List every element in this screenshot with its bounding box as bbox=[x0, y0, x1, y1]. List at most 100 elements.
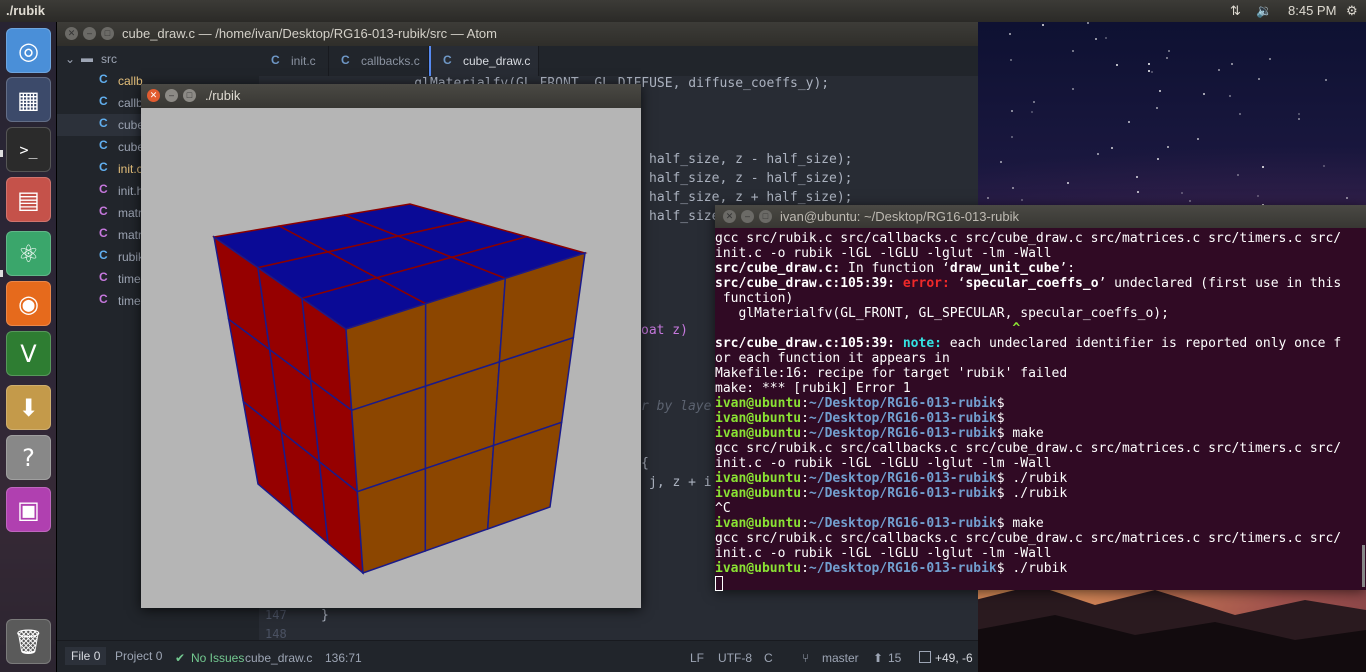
commits-ahead[interactable]: 15 bbox=[888, 651, 901, 665]
star bbox=[999, 160, 1002, 163]
status-bar: File 0 Project 0 ✔ No Issues cube_draw.c… bbox=[57, 640, 978, 672]
firefox-icon[interactable]: ◉ bbox=[6, 281, 51, 326]
close-icon[interactable]: ✕ bbox=[723, 210, 736, 223]
rubik-window-title: ./rubik bbox=[205, 88, 241, 103]
star bbox=[1116, 63, 1119, 66]
project-label: Project bbox=[115, 649, 153, 663]
star bbox=[1238, 113, 1241, 116]
star bbox=[1127, 121, 1130, 124]
help-icon[interactable]: ? bbox=[6, 435, 51, 480]
star bbox=[1105, 36, 1108, 39]
star bbox=[1011, 186, 1014, 189]
atom-window-title: cube_draw.c — /home/ivan/Desktop/RG16-01… bbox=[122, 26, 497, 41]
terminal-icon[interactable]: >_ bbox=[6, 127, 51, 172]
star bbox=[1258, 77, 1261, 80]
star bbox=[1236, 173, 1239, 176]
maximize-icon[interactable]: □ bbox=[101, 27, 114, 40]
tree-folder-src[interactable]: ⌄ ▬ src bbox=[57, 48, 259, 70]
tree-folder-label: src bbox=[101, 52, 117, 66]
terminal-window-title: ivan@ubuntu: ~/Desktop/RG16-013-rubik bbox=[780, 209, 1020, 224]
c-file-icon: C bbox=[99, 248, 108, 262]
star bbox=[1181, 192, 1184, 195]
line-ending[interactable]: LF bbox=[690, 651, 704, 665]
rubik-titlebar: ✕ – □ ./rubik bbox=[141, 84, 641, 108]
star bbox=[1156, 157, 1159, 160]
minimize-icon[interactable]: – bbox=[165, 89, 178, 102]
ubuntu-dash-icon[interactable]: ◎ bbox=[6, 28, 51, 73]
atom-icon[interactable]: ⚛ bbox=[6, 231, 51, 276]
close-icon[interactable]: ✕ bbox=[147, 89, 160, 102]
workspace-switcher-icon[interactable]: ▦ bbox=[6, 77, 51, 122]
c-file-icon: C bbox=[341, 53, 350, 67]
rubik-cube-render[interactable] bbox=[141, 108, 641, 608]
software-install-icon[interactable]: ⬇ bbox=[6, 385, 51, 430]
star bbox=[1030, 110, 1033, 113]
terminal-output[interactable]: gcc src/rubik.c src/callbacks.c src/cube… bbox=[715, 231, 1360, 591]
arrow-up-icon: ⬆ bbox=[873, 651, 884, 665]
terminal-line: src/cube_draw.c: In function ‘draw_unit_… bbox=[715, 261, 1076, 276]
file-label: File bbox=[71, 649, 91, 663]
network-icon[interactable]: ⇅ bbox=[1230, 3, 1241, 19]
terminal-line: ^C bbox=[715, 501, 731, 516]
code-line: j, z + i bbox=[649, 475, 712, 490]
tree-file-label: init.h bbox=[118, 184, 144, 198]
code-line: half_size bbox=[649, 209, 720, 224]
star bbox=[1297, 113, 1300, 116]
gear-icon[interactable]: ⚙ bbox=[1346, 3, 1358, 19]
terminal-line: ivan@ubuntu:~/Desktop/RG16-013-rubik$ bbox=[715, 396, 1005, 411]
tab-bar: Cinit.c Ccallbacks.c Ccube_draw.c bbox=[259, 46, 978, 76]
workspace-app-icon[interactable]: ▣ bbox=[6, 487, 51, 532]
terminal-line: ivan@ubuntu:~/Desktop/RG16-013-rubik$ ma… bbox=[715, 426, 1044, 441]
star bbox=[1158, 89, 1161, 92]
star bbox=[1323, 164, 1326, 167]
diff-stat[interactable]: +49, -6 bbox=[935, 651, 973, 665]
files-icon[interactable]: ▤ bbox=[6, 177, 51, 222]
terminal-line: src/cube_draw.c:105:39: note: each undec… bbox=[715, 336, 1342, 351]
rubik-window: ✕ – □ ./rubik bbox=[141, 84, 641, 608]
tab-label: init.c bbox=[291, 54, 316, 68]
git-branch[interactable]: master bbox=[822, 651, 859, 665]
grammar-selector[interactable]: C bbox=[764, 651, 773, 665]
terminal-scrollbar[interactable] bbox=[1362, 545, 1365, 587]
cursor-position[interactable]: 136:71 bbox=[325, 651, 362, 665]
star bbox=[1324, 78, 1327, 81]
minimize-icon[interactable]: – bbox=[741, 210, 754, 223]
star bbox=[1229, 95, 1232, 98]
issues-status[interactable]: No Issues bbox=[191, 651, 244, 665]
tab-callbacks-c[interactable]: Ccallbacks.c bbox=[329, 46, 429, 76]
clock[interactable]: 8:45 PM bbox=[1288, 3, 1336, 18]
terminal-line: ivan@ubuntu:~/Desktop/RG16-013-rubik$ ./… bbox=[715, 471, 1068, 486]
status-filename[interactable]: cube_draw.c bbox=[245, 651, 312, 665]
file-encoding[interactable]: UTF-8 bbox=[718, 651, 752, 665]
close-icon[interactable]: ✕ bbox=[65, 27, 78, 40]
code-line: oat z) bbox=[641, 323, 688, 338]
file-count-button[interactable]: File 0 bbox=[65, 647, 107, 665]
star bbox=[1009, 33, 1012, 36]
maximize-icon[interactable]: □ bbox=[759, 210, 772, 223]
c-file-icon: C bbox=[271, 53, 280, 67]
c-file-icon: C bbox=[99, 72, 108, 86]
star bbox=[1021, 199, 1024, 202]
minimize-icon[interactable]: – bbox=[83, 27, 96, 40]
tree-file-label: callb bbox=[118, 74, 143, 88]
code-line: { bbox=[641, 456, 649, 471]
line-number: 147 bbox=[265, 608, 287, 622]
tab-cube_draw-c[interactable]: Ccube_draw.c bbox=[429, 46, 539, 76]
c-file-icon: C bbox=[99, 204, 108, 218]
star bbox=[1168, 50, 1171, 53]
code-line: half_size, z + half_size); bbox=[649, 190, 853, 205]
trash-icon[interactable]: 🗑 bbox=[6, 619, 51, 664]
vim-icon[interactable]: V bbox=[6, 331, 51, 376]
terminal-line: ivan@ubuntu:~/Desktop/RG16-013-rubik$ ma… bbox=[715, 516, 1044, 531]
project-count-button[interactable]: Project 0 bbox=[115, 647, 162, 665]
star bbox=[1151, 70, 1154, 73]
star bbox=[1095, 37, 1098, 40]
star bbox=[1072, 87, 1075, 90]
star bbox=[1167, 146, 1170, 149]
tab-init-c[interactable]: Cinit.c bbox=[259, 46, 329, 76]
star bbox=[1071, 49, 1074, 52]
folder-icon: ▬ bbox=[81, 51, 93, 65]
star bbox=[1156, 106, 1159, 109]
maximize-icon[interactable]: □ bbox=[183, 89, 196, 102]
volume-icon[interactable]: 🔉 bbox=[1256, 3, 1272, 19]
